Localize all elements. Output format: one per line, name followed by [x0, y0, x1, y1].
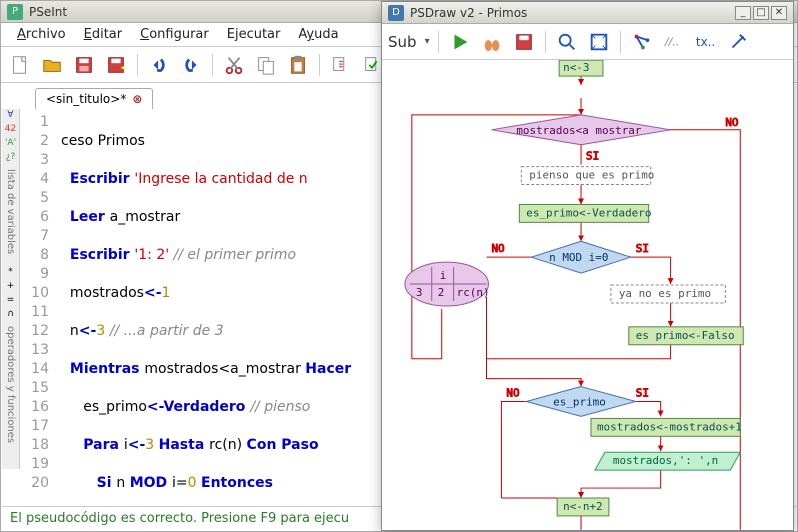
flowchart-canvas[interactable]: NO SI NO SI NO SI	[382, 60, 793, 530]
minimize-button[interactable]: _	[735, 6, 751, 20]
svg-text:SI: SI	[636, 387, 649, 400]
svg-text:SI: SI	[586, 150, 599, 163]
svg-text:es primo<-Falso: es primo<-Falso	[636, 329, 735, 342]
svg-text:2: 2	[438, 286, 445, 299]
svg-text:es_primo: es_primo	[553, 395, 606, 408]
fit-button[interactable]	[586, 29, 612, 55]
psdraw-title: PSDraw v2 - Primos	[410, 6, 527, 20]
paste-button[interactable]	[285, 52, 311, 78]
sidebar-ops[interactable]: operadores y funciones	[5, 326, 16, 443]
close-button[interactable]: ✕	[771, 6, 787, 20]
save-button[interactable]	[71, 52, 97, 78]
sub-label[interactable]: Sub	[388, 33, 417, 51]
svg-text:es_primo<-Verdadero: es_primo<-Verdadero	[526, 206, 651, 219]
line-gutter: 1234567891011121314151617181920	[21, 109, 55, 501]
new-button[interactable]	[7, 52, 33, 78]
main-title: PSeInt	[29, 5, 67, 19]
svg-text:n MOD i=0: n MOD i=0	[549, 251, 608, 264]
zoom-button[interactable]	[554, 29, 580, 55]
cut-button[interactable]	[221, 52, 247, 78]
svg-text:NO: NO	[725, 116, 738, 129]
code-content[interactable]: ceso Primos Escribir 'Ingrese la cantida…	[61, 113, 351, 501]
tab-strip: <sin_titulo>* ⊗	[21, 85, 153, 109]
psdraw-toolbar: Sub▾ //.. tx..	[382, 24, 793, 60]
undo-button[interactable]	[146, 52, 172, 78]
menu-ayuda[interactable]: Ayuda	[290, 24, 346, 45]
svg-text:NO: NO	[491, 242, 504, 255]
svg-text://..: //..	[663, 35, 678, 48]
svg-text:n<-n+2: n<-n+2	[563, 500, 603, 513]
tool-button[interactable]	[725, 29, 751, 55]
tab-label: <sin_titulo>*	[46, 92, 126, 106]
sidebar-vars[interactable]: lista de variables	[5, 169, 16, 254]
svg-text:NO: NO	[506, 387, 519, 400]
save-diagram-button[interactable]	[511, 29, 537, 55]
left-sidebar: ∀ 42 'A' ¿? lista de variables * + = ∩ o…	[2, 109, 20, 469]
menu-configurar[interactable]: Configurar	[132, 24, 217, 45]
redo-button[interactable]	[178, 52, 204, 78]
svg-text:i: i	[440, 269, 447, 282]
play-button[interactable]	[447, 29, 473, 55]
tab-close-icon[interactable]: ⊗	[132, 92, 142, 106]
text-button[interactable]: tx..	[693, 29, 719, 55]
menu-editar[interactable]: Editar	[76, 24, 131, 45]
psdraw-icon: D	[388, 5, 404, 21]
svg-text:pienso que es primo: pienso que es primo	[529, 169, 654, 182]
status-text: El pseudocódigo es correcto. Presione F9…	[10, 511, 349, 526]
menu-archivo[interactable]: Archivo	[9, 24, 74, 45]
saveas-button[interactable]	[103, 52, 129, 78]
svg-text:mostrados<-mostrados+1: mostrados<-mostrados+1	[597, 420, 742, 433]
comment-button[interactable]: //..	[661, 29, 687, 55]
maximize-button[interactable]: □	[753, 6, 769, 20]
psdraw-window[interactable]: D PSDraw v2 - Primos _ □ ✕ Sub▾ //.. tx.…	[381, 1, 794, 531]
psdraw-titlebar[interactable]: D PSDraw v2 - Primos _ □ ✕	[382, 2, 793, 24]
tab-sin-titulo[interactable]: <sin_titulo>* ⊗	[35, 88, 153, 109]
svg-text:n<-3: n<-3	[563, 61, 589, 74]
open-button[interactable]	[39, 52, 65, 78]
svg-text:mostrados,': ',n: mostrados,': ',n	[613, 454, 718, 467]
menu-ejecutar[interactable]: Ejecutar	[219, 24, 289, 45]
svg-text:mostrados<a mostrar: mostrados<a mostrar	[516, 124, 642, 137]
svg-text:ya no es primo: ya no es primo	[619, 287, 711, 300]
svg-text:3: 3	[416, 286, 423, 299]
app-icon: P	[7, 4, 23, 20]
copy-button[interactable]	[253, 52, 279, 78]
shapes-button[interactable]	[629, 29, 655, 55]
svg-text:SI: SI	[636, 242, 649, 255]
step-button[interactable]	[479, 29, 505, 55]
svg-text:rc(n): rc(n)	[457, 286, 490, 299]
run-button[interactable]	[328, 52, 354, 78]
